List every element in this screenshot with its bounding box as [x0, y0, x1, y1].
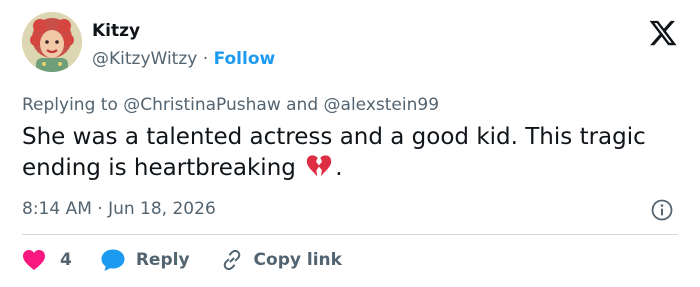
link-icon	[223, 249, 240, 271]
avatar-illustration	[22, 12, 82, 72]
tweet-text-end: .	[335, 155, 343, 181]
info-icon[interactable]	[650, 198, 674, 222]
tweet-actions: 4 Reply Copy link	[22, 246, 372, 274]
tweet-text-main: She was a talented actress and a good ki…	[22, 124, 646, 181]
author-handle-line: @KitzyWitzy · Follow	[92, 48, 275, 70]
speech-bubble-icon	[101, 249, 125, 271]
mention-alexstein99[interactable]: @alexstein99	[324, 95, 439, 115]
copy-link-label: Copy link	[253, 250, 342, 270]
replying-to-prefix: Replying to	[22, 95, 118, 115]
reply-label: Reply	[135, 250, 190, 270]
follow-button[interactable]: Follow	[214, 49, 276, 69]
divider	[22, 234, 678, 235]
mention-christinapushaw[interactable]: @ChristinaPushaw	[123, 95, 280, 115]
separator-dot: ·	[202, 49, 209, 69]
author-handle[interactable]: @KitzyWitzy	[92, 49, 197, 69]
author-name[interactable]: Kitzy	[92, 20, 140, 42]
tweet-timestamp[interactable]: 8:14 AM · Jun 18, 2026	[22, 198, 216, 220]
copy-link-button[interactable]: Copy link	[220, 248, 372, 272]
heart-icon	[23, 250, 45, 270]
tweet-text: She was a talented actress and a good ki…	[22, 122, 662, 184]
like-button[interactable]: 4	[22, 249, 100, 271]
like-count: 4	[60, 250, 72, 270]
avatar[interactable]	[22, 12, 82, 72]
broken-heart-icon	[306, 155, 332, 177]
reply-button[interactable]: Reply	[100, 248, 220, 272]
x-logo-icon[interactable]	[648, 18, 678, 48]
replying-to-line: Replying to @ChristinaPushaw and @alexst…	[22, 94, 439, 116]
replying-to-conjunction: and	[286, 95, 319, 115]
